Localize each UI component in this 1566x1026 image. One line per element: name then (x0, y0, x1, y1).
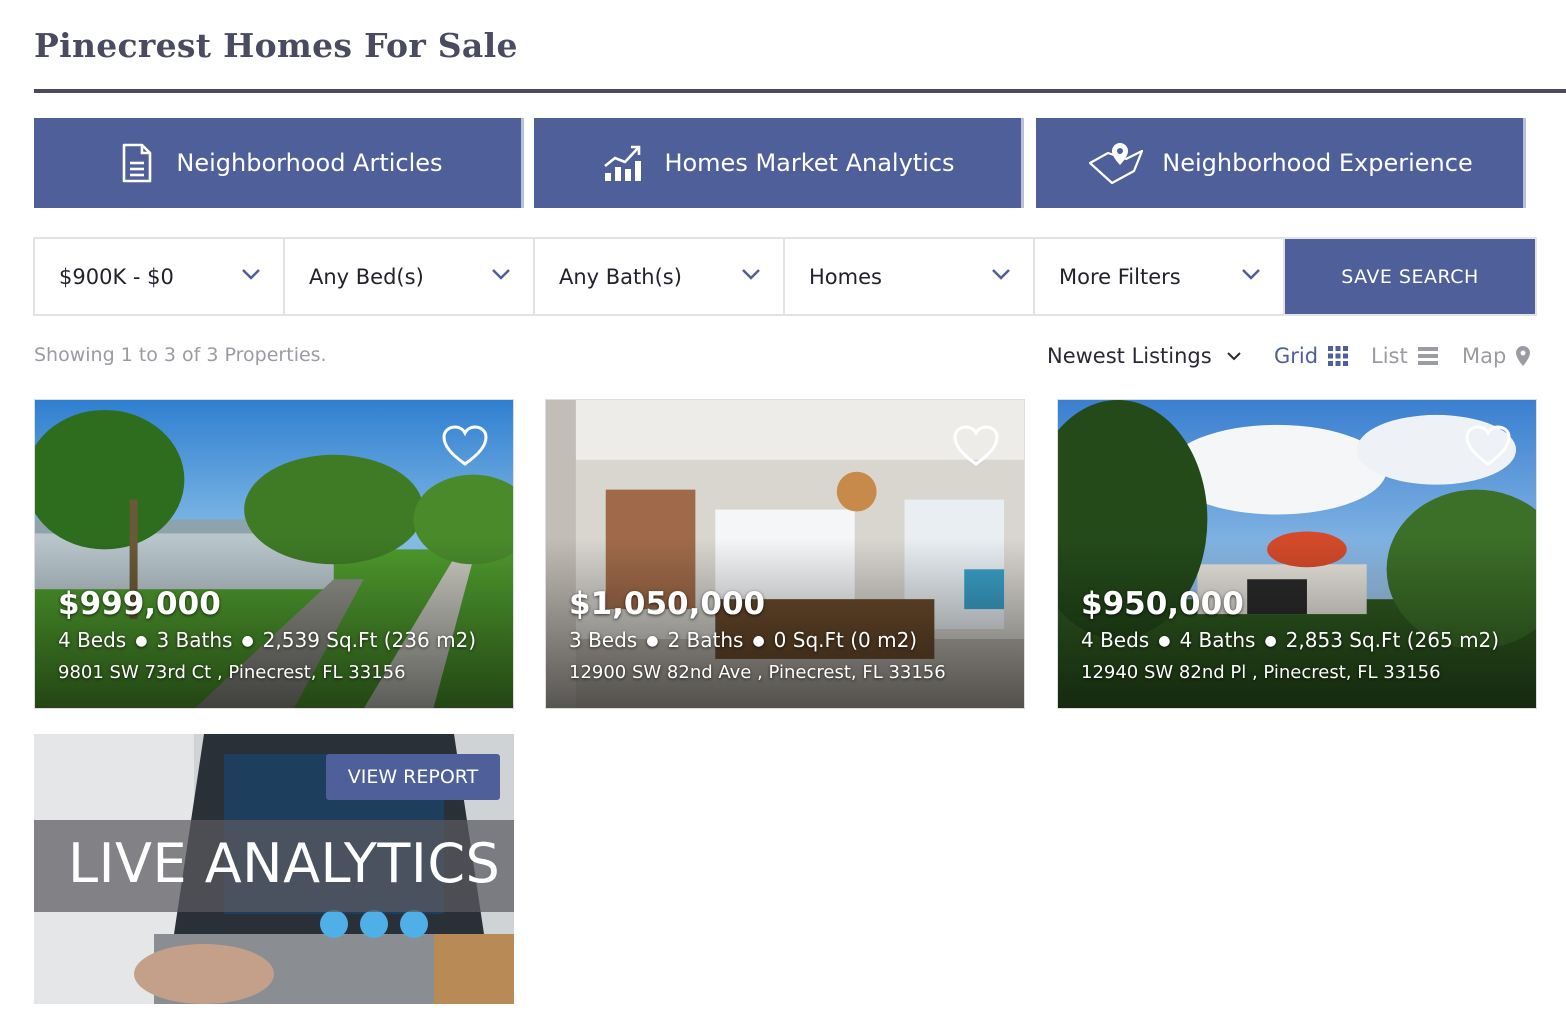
list-icon (1417, 347, 1438, 365)
chevron-down-icon (992, 269, 1010, 280)
listing-card[interactable]: $999,000 4 Beds ● 3 Baths ● 2,539 Sq.Ft (236… (34, 399, 514, 709)
listing-beds: 4 Beds (58, 628, 127, 652)
sort-dropdown[interactable]: Newest Listings (1047, 344, 1242, 368)
listing-address: 12940 SW 82nd Pl , Pinecrest, FL 33156 (1081, 662, 1441, 683)
favorite-heart-icon[interactable] (952, 424, 1000, 468)
title-divider (34, 89, 1566, 93)
listing-size: 0 Sq.Ft (0 m2) (773, 628, 918, 652)
save-search-button[interactable]: SAVE SEARCH (1285, 239, 1535, 314)
listing-beds: 3 Beds (569, 628, 638, 652)
beds-filter-value: Any Bed(s) (309, 264, 424, 289)
listing-specs: 3 Beds ● 2 Baths ● 0 Sq.Ft (0 m2) (569, 628, 917, 652)
nav-label: Neighborhood Experience (1162, 149, 1473, 177)
chevron-down-icon (242, 269, 260, 280)
sort-label: Newest Listings (1047, 344, 1212, 368)
separator-dot: ● (752, 633, 765, 649)
list-view-label: List (1371, 344, 1408, 368)
map-pin-icon (1086, 139, 1146, 187)
listing-baths: 2 Baths (667, 628, 744, 652)
listing-specs: 4 Beds ● 4 Baths ● 2,853 Sq.Ft (265 m2) (1081, 628, 1499, 652)
favorite-heart-icon[interactable] (441, 424, 489, 468)
separator-dot: ● (1158, 633, 1171, 649)
view-report-button[interactable]: VIEW REPORT (326, 754, 500, 800)
separator-dot: ● (135, 633, 148, 649)
price-filter-value: $900K - $0 (59, 264, 174, 289)
property-type-value: Homes (809, 264, 882, 289)
listing-card[interactable]: $950,000 4 Beds ● 4 Baths ● 2,853 Sq.Ft (265… (1057, 399, 1537, 709)
listing-size: 2,853 Sq.Ft (265 m2) (1285, 628, 1500, 652)
page-title: Pinecrest Homes For Sale (34, 26, 518, 65)
listing-beds: 4 Beds (1081, 628, 1150, 652)
chevron-down-icon (492, 269, 510, 280)
beds-filter-dropdown[interactable]: Any Bed(s) (285, 239, 535, 314)
property-type-dropdown[interactable]: Homes (785, 239, 1035, 314)
separator-dot: ● (241, 633, 254, 649)
nav-label: Homes Market Analytics (664, 149, 955, 177)
homes-market-analytics-button[interactable]: Homes Market Analytics (534, 118, 1024, 208)
grid-view-toggle[interactable]: Grid (1274, 344, 1349, 368)
neighborhood-experience-button[interactable]: Neighborhood Experience (1036, 118, 1526, 208)
map-view-toggle[interactable]: Map (1462, 344, 1531, 368)
neighborhood-articles-button[interactable]: Neighborhood Articles (34, 118, 524, 208)
location-pin-icon (1516, 346, 1531, 366)
results-count: Showing 1 to 3 of 3 Properties. (34, 344, 327, 366)
live-analytics-card[interactable]: LIVE ANALYTICS VIEW REPORT (34, 734, 514, 1004)
listing-card[interactable]: $1,050,000 3 Beds ● 2 Baths ● 0 Sq.Ft (0 m2)… (545, 399, 1025, 709)
separator-dot: ● (1264, 633, 1277, 649)
chevron-down-icon (1242, 269, 1260, 280)
bar-chart-icon (600, 139, 648, 187)
list-view-toggle[interactable]: List (1371, 344, 1438, 368)
more-filters-dropdown[interactable]: More Filters (1035, 239, 1285, 314)
filter-bar: $900K - $0 Any Bed(s) Any Bath(s) Homes … (33, 237, 1537, 316)
listing-price: $950,000 (1081, 586, 1244, 622)
analytics-title: LIVE ANALYTICS (68, 832, 501, 895)
baths-filter-value: Any Bath(s) (559, 264, 682, 289)
chevron-down-icon (1226, 352, 1241, 361)
more-filters-label: More Filters (1059, 264, 1181, 289)
grid-icon (1328, 346, 1349, 366)
listing-address: 12900 SW 82nd Ave , Pinecrest, FL 33156 (569, 662, 946, 683)
separator-dot: ● (646, 633, 659, 649)
price-filter-dropdown[interactable]: $900K - $0 (35, 239, 285, 314)
grid-view-label: Grid (1274, 344, 1319, 368)
listing-size: 2,539 Sq.Ft (236 m2) (262, 628, 477, 652)
listing-specs: 4 Beds ● 3 Baths ● 2,539 Sq.Ft (236 m2) (58, 628, 476, 652)
document-icon (112, 139, 160, 187)
listing-price: $1,050,000 (569, 586, 766, 622)
listing-baths: 4 Baths (1179, 628, 1256, 652)
listing-address: 9801 SW 73rd Ct , Pinecrest, FL 33156 (58, 662, 406, 683)
favorite-heart-icon[interactable] (1464, 424, 1512, 468)
baths-filter-dropdown[interactable]: Any Bath(s) (535, 239, 785, 314)
nav-label: Neighborhood Articles (176, 149, 443, 177)
listing-baths: 3 Baths (156, 628, 233, 652)
listing-price: $999,000 (58, 586, 221, 622)
map-view-label: Map (1462, 344, 1507, 368)
chevron-down-icon (742, 269, 760, 280)
